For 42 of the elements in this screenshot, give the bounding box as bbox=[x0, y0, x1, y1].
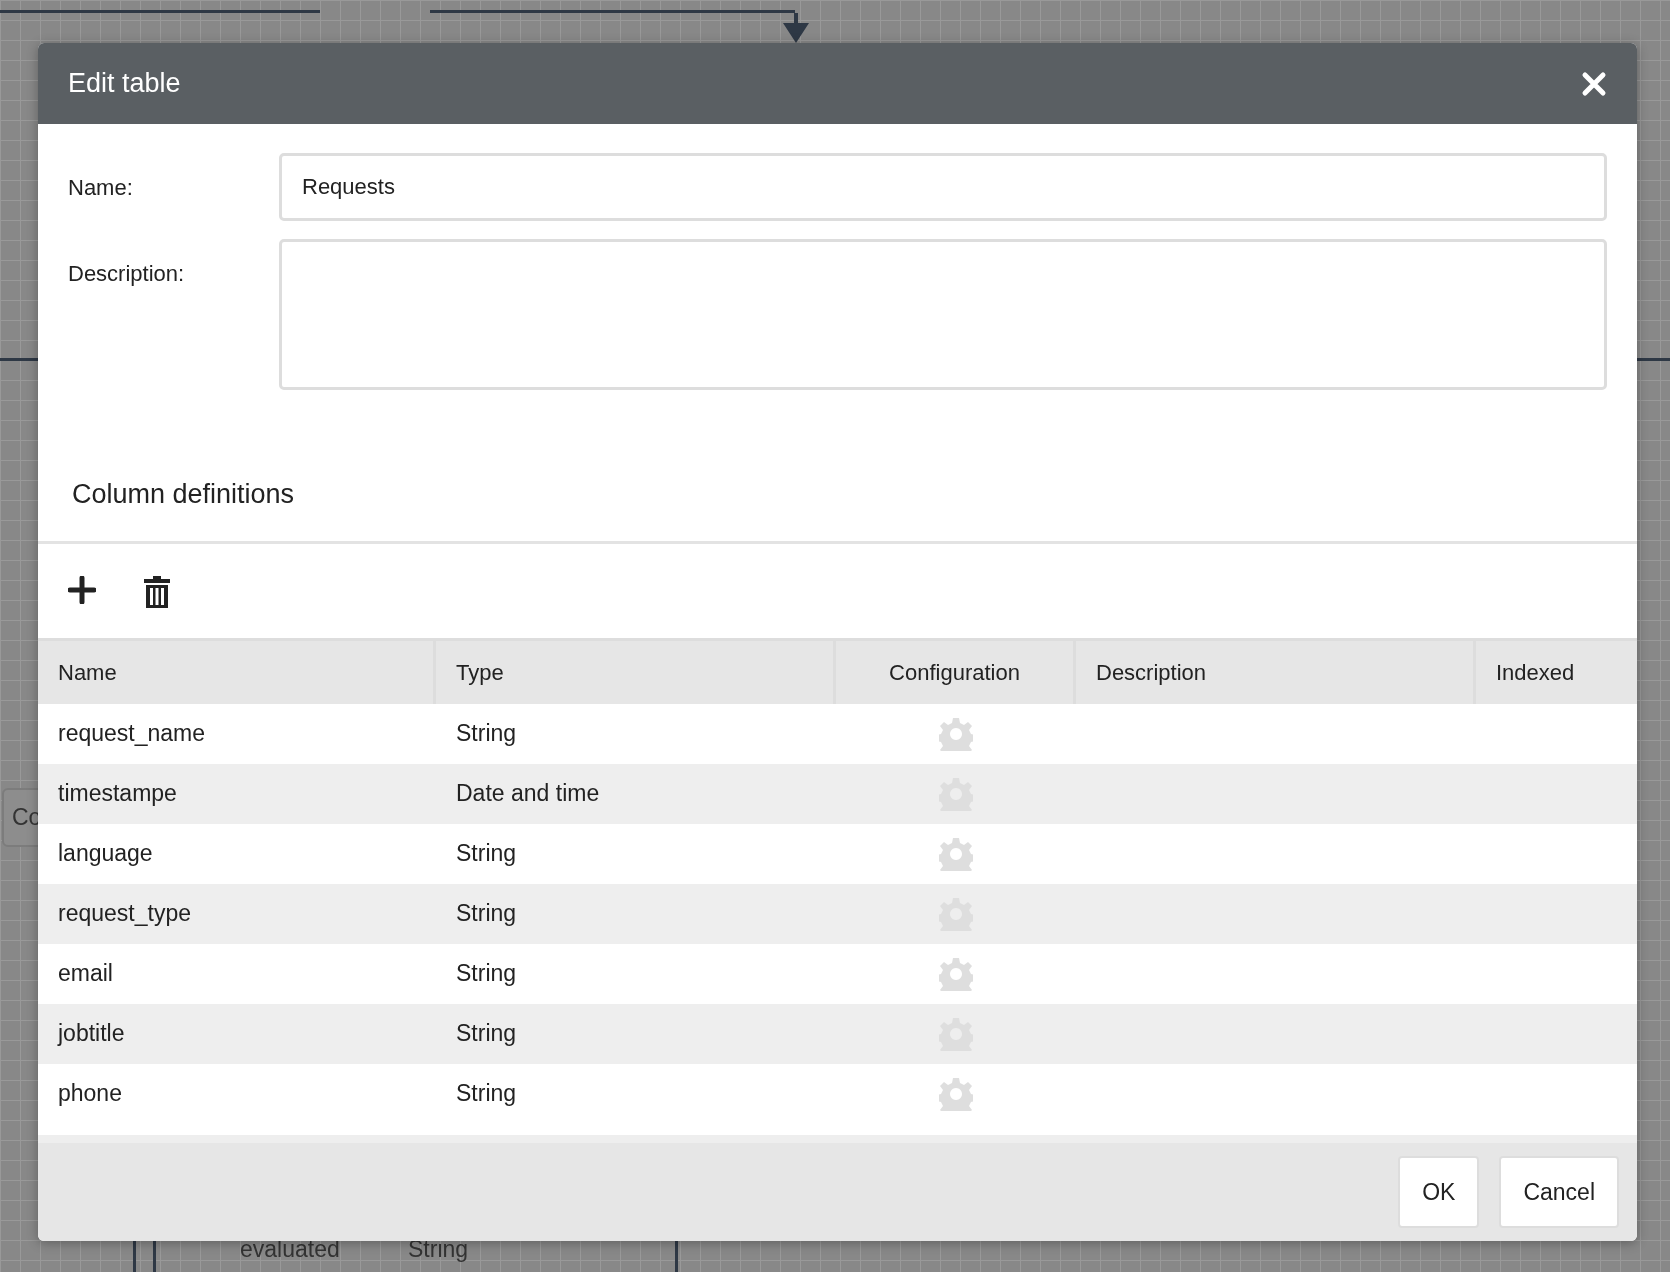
table-cell-text: language bbox=[57, 839, 154, 869]
table-row[interactable]: request_name String bbox=[38, 703, 1637, 764]
column-header[interactable]: Name bbox=[38, 637, 436, 704]
settings-icon[interactable] bbox=[939, 836, 973, 871]
table-cell-text: String bbox=[455, 959, 518, 989]
close-button[interactable] bbox=[1581, 70, 1607, 97]
column-header[interactable]: Configuration bbox=[836, 637, 1076, 704]
column-header[interactable]: Indexed bbox=[1476, 637, 1637, 704]
field-label: Name: bbox=[68, 174, 134, 202]
settings-icon[interactable] bbox=[939, 956, 973, 991]
table-cell-text: String bbox=[455, 839, 518, 869]
table-cell-text: Date and time bbox=[455, 779, 601, 809]
name-field[interactable]: Requests bbox=[279, 153, 1607, 221]
description-field[interactable] bbox=[279, 239, 1607, 390]
table-row[interactable]: email String bbox=[38, 943, 1637, 1004]
section-title: Column definitions bbox=[71, 478, 296, 511]
table-row[interactable]: jobtitle String bbox=[38, 1003, 1637, 1064]
field-label: Description: bbox=[68, 260, 186, 288]
canvas-text: String bbox=[408, 1235, 469, 1264]
canvas-text: evaluated bbox=[240, 1235, 340, 1264]
table-cell-text: request_name bbox=[57, 719, 207, 749]
table-cell-text: String bbox=[455, 899, 518, 929]
table-cell-text: jobtitle bbox=[56, 1019, 126, 1049]
table-cell-text: request_type bbox=[57, 899, 192, 929]
settings-icon[interactable] bbox=[939, 716, 973, 751]
table-row[interactable]: request_type String bbox=[38, 883, 1637, 944]
table-cell-text: String bbox=[455, 1019, 518, 1049]
dialog-button[interactable]: OK bbox=[1398, 1156, 1480, 1228]
table-row[interactable]: language String bbox=[38, 823, 1637, 884]
table-row[interactable]: phone String bbox=[38, 1063, 1637, 1124]
table-cell-text: String bbox=[455, 719, 518, 749]
column-header[interactable]: Type bbox=[436, 637, 836, 704]
table-cell-text: phone bbox=[57, 1079, 123, 1109]
dialog-button[interactable]: Cancel bbox=[1499, 1156, 1619, 1228]
table-row[interactable]: timestampe Date and time bbox=[38, 763, 1637, 824]
dialog-title: Edit table bbox=[68, 67, 181, 101]
table-cell-text: timestampe bbox=[57, 779, 178, 809]
settings-icon[interactable] bbox=[939, 1076, 973, 1111]
column-header[interactable]: Description bbox=[1076, 637, 1476, 704]
table-cell-text: email bbox=[57, 959, 114, 989]
delete-button[interactable] bbox=[144, 575, 170, 608]
table-cell-text: String bbox=[455, 1079, 518, 1109]
